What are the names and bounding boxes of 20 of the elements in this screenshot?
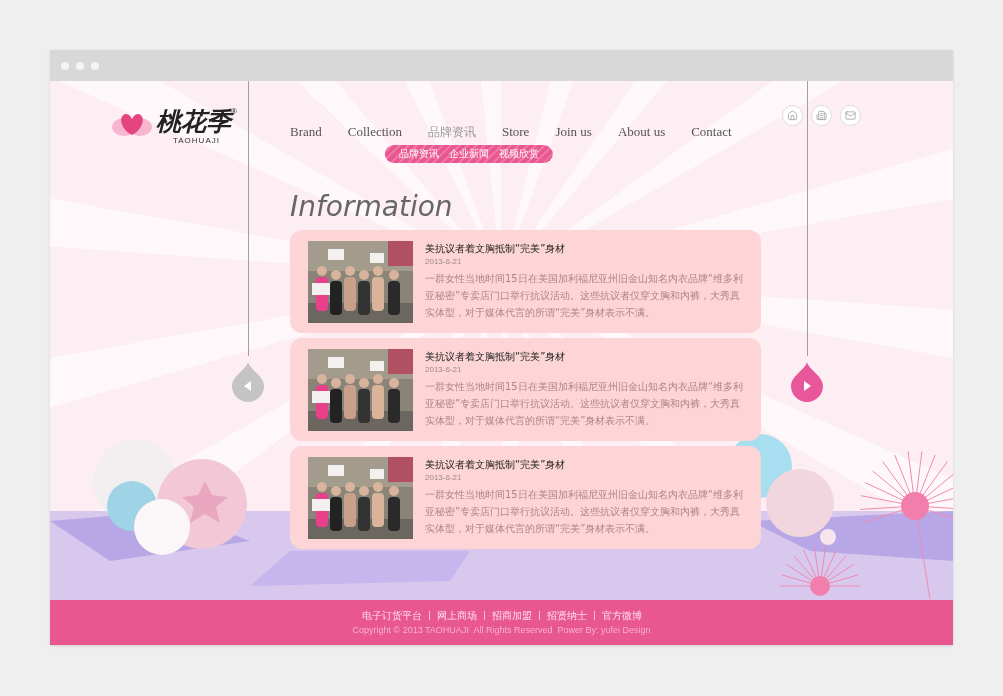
logo-icon <box>112 111 152 137</box>
nav-link[interactable]: About us <box>617 123 666 141</box>
article-date: 2013-6-21 <box>425 472 463 484</box>
next-button[interactable] <box>791 362 823 402</box>
copyright-text: Copyright © 2013 TAOHUAJI All Rights Reserved Power By: yufei Design <box>352 624 651 636</box>
article-date: 2013-6-21 <box>425 256 463 268</box>
article-date: 2013-6-21 <box>425 364 463 376</box>
article-title[interactable]: 美抗议者着文胸抵制“完美”身材 <box>425 350 747 364</box>
article-title[interactable]: 美抗议者着文胸抵制“完美”身材 <box>425 242 747 256</box>
nav-link[interactable]: Collection <box>347 123 402 141</box>
page-heading: Information <box>290 190 454 225</box>
nav-link[interactable]: Join us <box>555 123 592 141</box>
home-icon <box>787 110 798 121</box>
nav-link[interactable]: Contact <box>691 123 732 141</box>
nav-link[interactable]: Brand <box>290 123 322 141</box>
article-title[interactable]: 美抗议者着文胸抵制“完美”身材 <box>425 458 747 472</box>
building-icon <box>816 110 827 121</box>
mail-icon <box>845 110 856 121</box>
logo-subtitle: TAOHUAJI <box>172 136 220 145</box>
nav-link[interactable]: Store <box>501 123 530 141</box>
